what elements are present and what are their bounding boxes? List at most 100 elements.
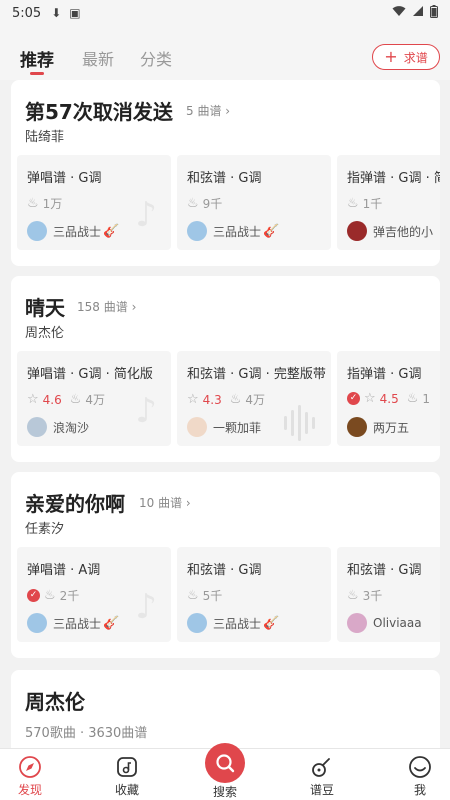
fire-icon: ♨ xyxy=(44,588,56,603)
request-score-button[interactable]: + 求谱 xyxy=(372,44,440,70)
fire-icon: ♨ xyxy=(187,196,199,211)
star-icon: ☆ xyxy=(364,391,376,406)
score-tile[interactable]: 弹唱谱 · G调 ♨ 1万 三品战士 🎸 ♪ xyxy=(17,155,171,250)
heat-count: 4万 xyxy=(85,393,106,407)
guitar-badge-icon: 🎸 xyxy=(103,615,120,631)
heat-count: 1千 xyxy=(362,197,383,211)
avatar xyxy=(347,221,367,241)
heat-count: 9千 xyxy=(202,197,223,211)
score-tile[interactable]: 指弹谱 · G调 ✓ ☆ 4.5 ♨ 1 两万五 xyxy=(337,351,440,446)
heat-count: 1 xyxy=(422,391,431,406)
nav-search[interactable]: 搜索 xyxy=(195,743,255,800)
score-tile[interactable]: 弹唱谱 · A调 ✓ ♨ 2千 三品战士 🎸 ♪ xyxy=(17,547,171,642)
score-type: 和弦谱 · G调 xyxy=(347,563,422,578)
score-count-link[interactable]: 158 曲谱 › xyxy=(77,298,136,315)
uploader-name: 三品战士 xyxy=(53,224,102,239)
request-score-label: 求谱 xyxy=(403,50,428,65)
song-title[interactable]: 晴天 xyxy=(25,292,65,321)
avatar xyxy=(27,613,47,633)
tab-latest[interactable]: 最新 xyxy=(82,46,114,70)
music-note-icon: ♪ xyxy=(135,195,157,235)
guitar-badge-icon: 🎸 xyxy=(263,223,280,239)
music-note-icon: ♪ xyxy=(135,391,157,431)
avatar xyxy=(347,417,367,437)
avatar xyxy=(187,613,207,633)
music-bookmark-icon xyxy=(117,757,137,777)
fire-icon: ♨ xyxy=(406,391,419,406)
app-notification-icon: ▣ xyxy=(69,6,81,20)
heat-count: 4万 xyxy=(245,393,266,407)
avatar xyxy=(347,613,367,633)
nav-label: 我 xyxy=(413,783,426,797)
verified-badge-icon: ✓ xyxy=(347,392,360,405)
score-count-link[interactable]: 5 曲谱 › xyxy=(186,102,230,119)
score-type: 弹唱谱 · G调 · 简化版 xyxy=(27,367,153,382)
song-title[interactable]: 第57次取消发送 xyxy=(25,96,173,125)
tab-category[interactable]: 分类 xyxy=(140,46,172,70)
score-count: 5 曲谱 xyxy=(186,104,222,118)
smiley-icon xyxy=(409,756,431,778)
guitar-badge-icon: 🎸 xyxy=(263,615,280,631)
active-tab-indicator xyxy=(30,72,44,75)
avatar xyxy=(27,417,47,437)
uploader-name: Oliviaaa xyxy=(373,616,422,630)
fire-icon: ♨ xyxy=(187,588,199,603)
avatar xyxy=(187,417,207,437)
score-type: 和弦谱 · G调 · 完整版带 xyxy=(187,367,326,382)
artist-name[interactable]: 陆绮菲 xyxy=(25,126,64,145)
score-type: 指弹谱 · G调 xyxy=(347,367,422,382)
chevron-right-icon: › xyxy=(131,300,137,314)
artist-card-title[interactable]: 周杰伦 xyxy=(25,686,85,715)
score-tile[interactable]: 和弦谱 · G调 ♨ 3千 Oliviaaa xyxy=(337,547,440,642)
avatar xyxy=(187,221,207,241)
artist-name[interactable]: 周杰伦 xyxy=(25,322,64,341)
bottom-nav: 发现 收藏 搜索 谱豆 我 xyxy=(0,743,450,800)
score-tile[interactable]: 弹唱谱 · G调 · 简化版 ☆ 4.6 ♨ 4万 浪淘沙 ♪ xyxy=(17,351,171,446)
chevron-right-icon: › xyxy=(185,496,191,510)
uploader-name: 三品战士 xyxy=(53,616,102,631)
song-card[interactable]: 亲爱的你啊 10 曲谱 › 任素汐 弹唱谱 · A调 ✓ ♨ 2千 三品战士 🎸 ♪ … xyxy=(11,472,440,658)
score-tiles: 弹唱谱 · G调 · 简化版 ☆ 4.6 ♨ 4万 浪淘沙 ♪ 和弦谱 · G调 · … xyxy=(17,351,440,446)
nav-me[interactable]: 我 xyxy=(390,755,450,798)
score-tile[interactable]: 和弦谱 · G调 ♨ 5千 三品战士 🎸 xyxy=(177,547,331,642)
rating: 4.6 xyxy=(42,392,62,407)
score-tile[interactable]: 和弦谱 · G调 · 完整版带 ☆ 4.3 ♨ 4万 一颗加菲 xyxy=(177,351,331,446)
nav-discover[interactable]: 发现 xyxy=(0,755,60,798)
nav-label: 搜索 xyxy=(212,785,237,799)
tab-recommend[interactable]: 推荐 xyxy=(20,46,54,71)
fire-icon: ♨ xyxy=(347,196,359,211)
score-type: 指弹谱 · G调 · 简 xyxy=(347,171,440,186)
rating: 4.5 xyxy=(379,391,399,406)
uploader-name: 弹吉他的小 xyxy=(373,224,434,239)
bean-icon xyxy=(312,758,330,777)
song-card[interactable]: 晴天 158 曲谱 › 周杰伦 弹唱谱 · G调 · 简化版 ☆ 4.6 ♨ 4万 浪… xyxy=(11,276,440,462)
avatar xyxy=(27,221,47,241)
search-icon xyxy=(216,754,235,773)
nav-label: 谱豆 xyxy=(309,783,334,797)
heat-count: 2千 xyxy=(59,589,80,603)
score-tile[interactable]: 指弹谱 · G调 · 简 ♨ 1千 弹吉他的小 xyxy=(337,155,440,250)
score-type: 和弦谱 · G调 xyxy=(187,563,262,578)
artist-name[interactable]: 任素汐 xyxy=(25,518,64,537)
song-title[interactable]: 亲爱的你啊 xyxy=(25,488,125,517)
status-bar: 5:05 ⬇ ▣ xyxy=(0,0,450,26)
score-tiles: 弹唱谱 · G调 ♨ 1万 三品战士 🎸 ♪ 和弦谱 · G调 ♨ 9千 三品战士 🎸 … xyxy=(17,155,440,250)
artist-card-meta: 570歌曲 · 3630曲谱 xyxy=(25,726,148,741)
nav-beans[interactable]: 谱豆 xyxy=(292,755,352,798)
score-tiles: 弹唱谱 · A调 ✓ ♨ 2千 三品战士 🎸 ♪ 和弦谱 · G调 ♨ 5千 三品战士 🎸… xyxy=(17,547,440,642)
score-count-link[interactable]: 10 曲谱 › xyxy=(139,494,191,511)
signal-icon xyxy=(412,5,424,21)
song-card[interactable]: 第57次取消发送 5 曲谱 › 陆绮菲 弹唱谱 · G调 ♨ 1万 三品战士 🎸 ♪… xyxy=(11,80,440,266)
verified-badge-icon: ✓ xyxy=(27,589,40,602)
heat-count: 5千 xyxy=(202,589,223,603)
score-count: 10 曲谱 xyxy=(139,496,183,510)
score-type: 弹唱谱 · G调 xyxy=(27,171,102,186)
search-fab[interactable] xyxy=(205,743,245,783)
artist-card[interactable]: 周杰伦 570歌曲 · 3630曲谱 xyxy=(11,670,440,748)
score-tile[interactable]: 和弦谱 · G调 ♨ 9千 三品战士 🎸 xyxy=(177,155,331,250)
chevron-right-icon: › xyxy=(225,104,231,118)
feed[interactable]: 第57次取消发送 5 曲谱 › 陆绮菲 弹唱谱 · G调 ♨ 1万 三品战士 🎸 ♪… xyxy=(0,80,450,748)
score-type: 弹唱谱 · A调 xyxy=(27,563,101,578)
nav-favorites[interactable]: 收藏 xyxy=(97,755,157,798)
nav-label: 发现 xyxy=(17,783,42,797)
